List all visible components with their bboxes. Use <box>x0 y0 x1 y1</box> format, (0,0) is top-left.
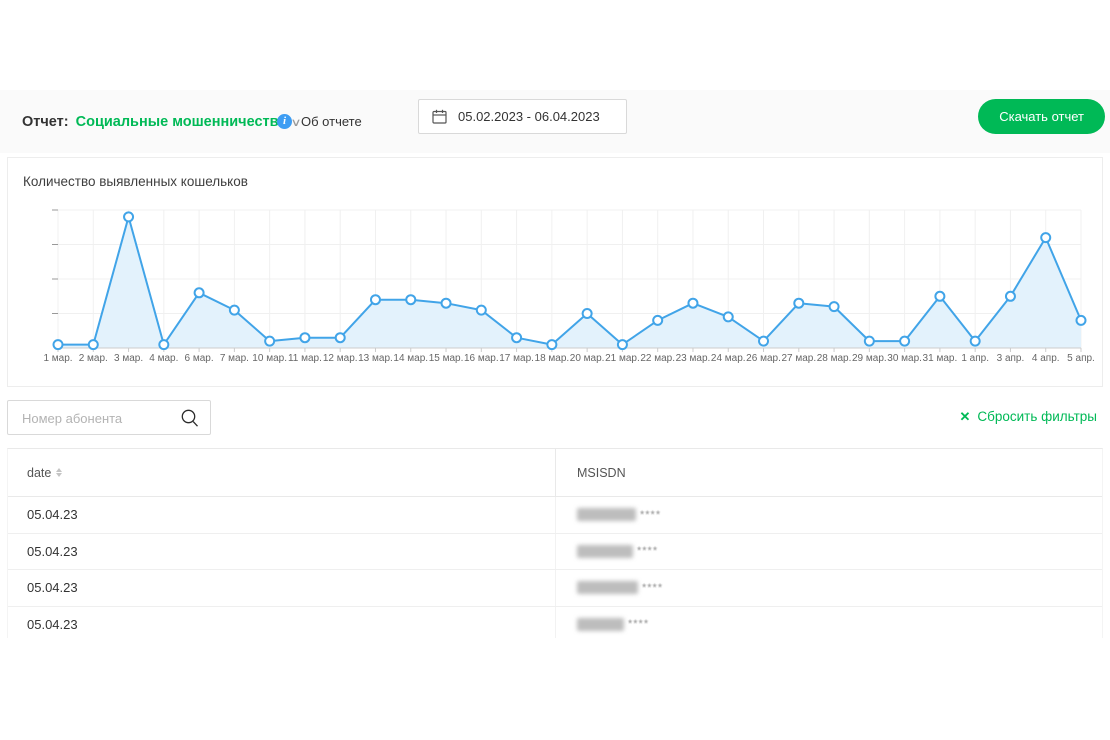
svg-text:5 апр.: 5 апр. <box>1067 353 1095 364</box>
table-header: date MSISDN <box>8 449 1102 497</box>
download-report-button[interactable]: Скачать отчет <box>978 99 1105 134</box>
cell-date: 05.04.23 <box>8 497 555 533</box>
masked-msisdn-blob <box>577 545 633 558</box>
svg-text:14 мар.: 14 мар. <box>393 353 428 364</box>
close-icon: ✕ <box>959 410 970 423</box>
masked-msisdn-suffix: **** <box>642 582 663 594</box>
column-header-msisdn: MSISDN <box>555 449 1102 496</box>
svg-text:20 мар.: 20 мар. <box>570 353 605 364</box>
cell-msisdn: **** <box>555 570 1102 606</box>
svg-text:1 апр.: 1 апр. <box>961 353 989 364</box>
wallets-chart-card: Количество выявленных кошельков 1 мар.2 … <box>7 157 1103 387</box>
column-header-msisdn-label: MSISDN <box>577 466 626 480</box>
svg-text:23 мар.: 23 мар. <box>676 353 711 364</box>
svg-text:4 мар.: 4 мар. <box>149 353 178 364</box>
svg-text:4 апр.: 4 апр. <box>1032 353 1060 364</box>
svg-text:18 мар.: 18 мар. <box>535 353 570 364</box>
svg-text:29 мар.: 29 мар. <box>852 353 887 364</box>
results-table: date MSISDN 05.04.23****05.04.23****05.0… <box>7 448 1103 638</box>
svg-text:10 мар.: 10 мар. <box>252 353 287 364</box>
svg-text:24 мар.: 24 мар. <box>711 353 746 364</box>
svg-text:27 мар.: 27 мар. <box>781 353 816 364</box>
date-range-value: 05.02.2023 - 06.04.2023 <box>458 109 600 124</box>
table-row: 05.04.23 **** <box>8 570 1102 607</box>
masked-msisdn-blob <box>577 508 636 521</box>
table-row: 05.04.23 **** <box>8 497 1102 534</box>
svg-text:15 мар.: 15 мар. <box>429 353 464 364</box>
column-header-date[interactable]: date <box>8 449 555 496</box>
svg-text:3 апр.: 3 апр. <box>997 353 1025 364</box>
masked-msisdn-suffix: **** <box>637 545 658 557</box>
svg-text:31 мар.: 31 мар. <box>923 353 958 364</box>
svg-text:28 мар.: 28 мар. <box>817 353 852 364</box>
sort-icon <box>56 468 62 477</box>
svg-text:21 мар.: 21 мар. <box>605 353 640 364</box>
info-icon: i <box>277 114 292 129</box>
svg-text:6 мар.: 6 мар. <box>185 353 214 364</box>
search-input[interactable] <box>20 402 174 435</box>
masked-msisdn-blob <box>577 618 624 631</box>
report-label: Отчет: <box>22 114 69 130</box>
svg-text:22 мар.: 22 мар. <box>640 353 675 364</box>
svg-text:7 мар.: 7 мар. <box>220 353 249 364</box>
reset-filters-link[interactable]: ✕ Сбросить фильтры <box>959 409 1097 424</box>
svg-text:30 мар.: 30 мар. <box>887 353 922 364</box>
svg-text:17 мар.: 17 мар. <box>499 353 534 364</box>
cell-date: 05.04.23 <box>8 607 555 639</box>
report-selector-group: Отчет: Социальные мошенничества ∨ <box>22 90 300 153</box>
table-row: 05.04.23 **** <box>8 534 1102 571</box>
cell-date: 05.04.23 <box>8 570 555 606</box>
search-icon[interactable] <box>180 408 200 428</box>
svg-text:11 мар.: 11 мар. <box>288 353 322 364</box>
cell-msisdn: **** <box>555 607 1102 639</box>
subscriber-search-box <box>7 400 211 435</box>
reset-filters-label: Сбросить фильтры <box>977 409 1097 424</box>
table-row: 05.04.23 **** <box>8 607 1102 639</box>
svg-text:26 мар.: 26 мар. <box>746 353 781 364</box>
cell-date: 05.04.23 <box>8 534 555 570</box>
calendar-icon <box>432 109 447 124</box>
svg-text:13 мар.: 13 мар. <box>358 353 393 364</box>
masked-msisdn-blob <box>577 581 638 594</box>
svg-text:2 мар.: 2 мар. <box>79 353 108 364</box>
wallets-line-chart: 1 мар. 2 мар. 3 мар. 4 мар. 6 мар. 7 мар.10 м… <box>8 158 1102 384</box>
masked-msisdn-suffix: **** <box>640 509 661 521</box>
cell-msisdn: **** <box>555 497 1102 533</box>
svg-text:16 мар.: 16 мар. <box>464 353 499 364</box>
table-body: 05.04.23****05.04.23****05.04.23****05.0… <box>8 497 1102 638</box>
svg-text:1 мар.: 1 мар. <box>43 353 72 364</box>
report-select-value: Социальные мошенничества <box>76 114 287 130</box>
report-select-dropdown[interactable]: Социальные мошенничества ∨ <box>76 114 301 130</box>
svg-text:3 мар.: 3 мар. <box>114 353 143 364</box>
report-toolbar: Отчет: Социальные мошенничества ∨ i Об о… <box>0 90 1110 153</box>
column-header-date-label: date <box>27 466 51 480</box>
masked-msisdn-suffix: **** <box>628 618 649 630</box>
cell-msisdn: **** <box>555 534 1102 570</box>
about-report-link[interactable]: i Об отчете <box>277 90 362 153</box>
svg-text:12 мар.: 12 мар. <box>323 353 358 364</box>
about-report-label: Об отчете <box>301 114 362 129</box>
date-range-input[interactable]: 05.02.2023 - 06.04.2023 <box>418 99 627 134</box>
